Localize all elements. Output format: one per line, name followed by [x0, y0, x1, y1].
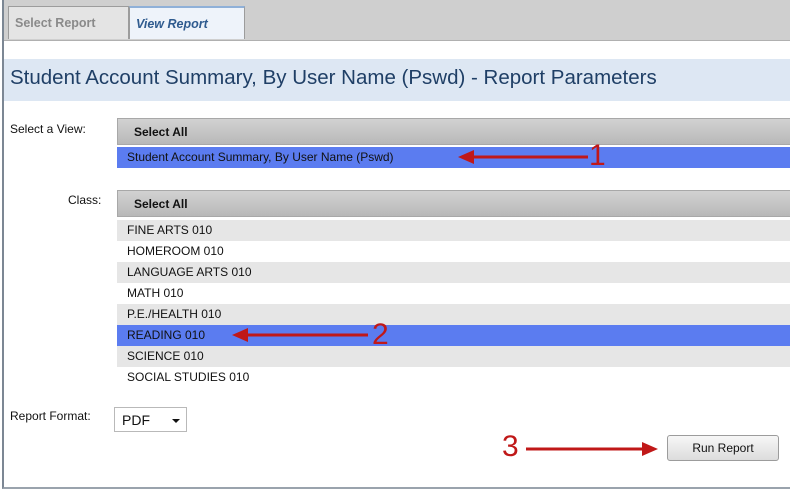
select-view-label: Select a View: — [10, 122, 86, 136]
class-option-fine-arts[interactable]: FINE ARTS 010 — [117, 220, 790, 241]
view-select-all-label: Select All — [134, 125, 188, 139]
class-select-all-header[interactable]: Select All — [117, 190, 790, 217]
callout-arrow-1 — [458, 150, 588, 164]
run-report-button[interactable]: Run Report — [667, 435, 779, 461]
class-label: Class: — [68, 193, 102, 207]
callout-number-3: 3 — [502, 430, 519, 463]
class-option-homeroom[interactable]: HOMEROOM 010 — [117, 241, 790, 262]
class-option-language-arts[interactable]: LANGUAGE ARTS 010 — [117, 262, 790, 283]
report-format-select[interactable]: PDF — [114, 407, 187, 432]
class-option-math[interactable]: MATH 010 — [117, 283, 790, 304]
tab-select-report[interactable]: Select Report — [8, 6, 129, 39]
class-option-social-studies[interactable]: SOCIAL STUDIES 010 — [117, 367, 790, 388]
view-select-all-header[interactable]: Select All — [117, 118, 790, 145]
class-option-reading[interactable]: READING 010 — [117, 325, 790, 346]
callout-arrow-3 — [526, 442, 658, 456]
class-option-science[interactable]: SCIENCE 010 — [117, 346, 790, 367]
tab-bar: Select Report View Report — [4, 0, 790, 41]
class-select-all-label: Select All — [134, 197, 188, 211]
class-option-pe-health[interactable]: P.E./HEALTH 010 — [117, 304, 790, 325]
tab-view-report[interactable]: View Report — [129, 6, 245, 39]
report-window: Select Report View Report Student Accoun… — [2, 0, 790, 489]
callout-arrow-2 — [232, 328, 368, 342]
chevron-down-icon — [172, 419, 180, 423]
report-format-label: Report Format: — [10, 409, 91, 423]
report-format-value: PDF — [122, 412, 150, 428]
callout-number-2: 2 — [372, 318, 389, 351]
page-title: Student Account Summary, By User Name (P… — [10, 66, 657, 89]
callout-number-1: 1 — [589, 139, 606, 172]
